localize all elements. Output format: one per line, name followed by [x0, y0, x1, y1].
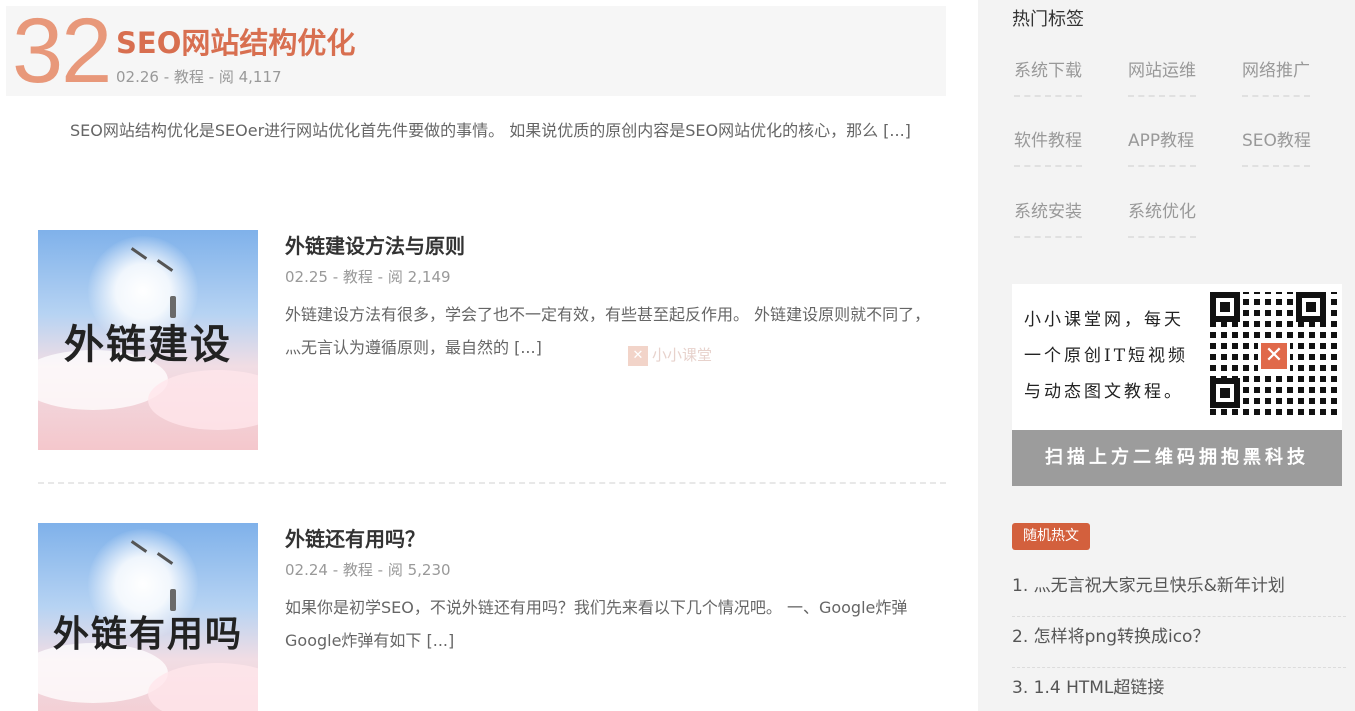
featured-rank-number: 32 — [12, 0, 112, 102]
post-excerpt: 如果你是初学SEO，不说外链还有用吗？我们先来看以下几个情况吧。 一、Googl… — [285, 598, 908, 650]
thumbnail-caption: 外链有用吗 — [52, 614, 243, 655]
featured-post-header: 32 SEO网站结构优化 02.26 - 教程 - 阅 4,117 — [6, 0, 946, 102]
qr-code-icon: ✕ — [1210, 292, 1338, 420]
tag-link[interactable]: 软件教程 — [1014, 126, 1082, 167]
tag-link[interactable]: 网站运维 — [1128, 56, 1196, 97]
tag-link[interactable]: APP教程 — [1128, 126, 1196, 167]
random-posts-list: 1. 灬无言祝大家元旦快乐&新年计划 2. 怎样将png转换成ico？ 3. 1… — [1012, 566, 1346, 711]
featured-post-meta: 02.26 - 教程 - 阅 4,117 — [116, 68, 282, 86]
tag-link[interactable]: 系统优化 — [1128, 197, 1196, 238]
random-posts-badge: 随机热文 — [1012, 523, 1090, 550]
post-item: 外链有用吗 外链还有用吗？ 02.24 - 教程 - 阅 5,230 如果你是初… — [38, 523, 946, 711]
qr-promo-text: 小小课堂网，每天 一个原创IT短视频 与动态图文教程。 — [1024, 310, 1189, 402]
tag-link[interactable]: 网络推广 — [1242, 56, 1310, 97]
tag-link[interactable]: 系统安装 — [1014, 197, 1082, 238]
post-title[interactable]: 外链还有用吗？ — [285, 523, 425, 552]
post-excerpt: 外链建设方法有很多，学会了也不一定有效，有些甚至起反作用。 外链建设原则就不同了… — [285, 305, 931, 357]
random-post-link[interactable]: 2. 怎样将png转换成ico？ — [1012, 617, 1346, 668]
post-thumbnail[interactable]: 外链建设 — [38, 230, 258, 450]
tag-link[interactable]: SEO教程 — [1242, 126, 1311, 167]
logo-x-icon: ✕ — [1258, 340, 1290, 372]
watermark: ✕ 小小课堂 — [628, 344, 712, 366]
post-item: 外链建设 外链建设方法与原则 02.25 - 教程 - 阅 2,149 外链建设… — [38, 230, 946, 450]
post-meta: 02.25 - 教程 - 阅 2,149 — [285, 268, 451, 286]
qr-banner: 扫描上方二维码拥抱黑科技 — [1012, 430, 1342, 486]
post-meta: 02.24 - 教程 - 阅 5,230 — [285, 561, 451, 579]
post-title[interactable]: 外链建设方法与原则 — [285, 230, 465, 259]
post-divider — [38, 482, 946, 484]
sidebar: 热门标签 系统下载 网站运维 网络推广 软件教程 APP教程 SEO教程 系统安… — [978, 0, 1355, 711]
tag-link[interactable]: 系统下载 — [1014, 56, 1082, 97]
qr-promo-card[interactable]: 小小课堂网，每天 一个原创IT短视频 与动态图文教程。 ✕ 扫描上方二维码拥抱黑… — [1012, 284, 1342, 486]
random-post-link[interactable]: 3. 1.4 HTML超链接 — [1012, 668, 1346, 711]
main-content: 32 SEO网站结构优化 02.26 - 教程 - 阅 4,117 SEO网站结… — [0, 0, 978, 711]
featured-post-title[interactable]: SEO网站结构优化 — [116, 20, 355, 62]
thumbnail-caption: 外链建设 — [64, 322, 232, 368]
post-thumbnail[interactable]: 外链有用吗 — [38, 523, 258, 711]
featured-post-excerpt: SEO网站结构优化是SEOer进行网站优化首先件要做的事情。 如果说优质的原创内… — [70, 121, 911, 140]
random-post-link[interactable]: 1. 灬无言祝大家元旦快乐&新年计划 — [1012, 566, 1346, 617]
hot-tags-heading: 热门标签 — [1012, 9, 1084, 30]
logo-x-icon: ✕ — [628, 345, 648, 366]
